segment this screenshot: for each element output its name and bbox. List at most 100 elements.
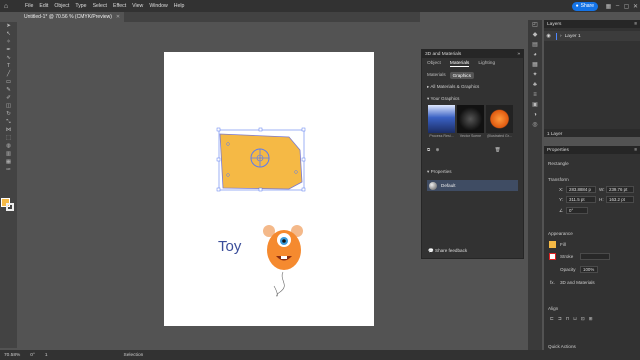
- properties-title: Properties: [547, 147, 569, 153]
- panel-icon-column: ◰ ◆ ▤ ◕ ▦ ✦ ♣ ≡ ▣ ◑ ◎: [528, 20, 542, 350]
- subtab-materials[interactable]: Materials: [427, 72, 446, 79]
- selection-tool-icon[interactable]: ➤: [0, 22, 17, 30]
- stroke-weight-input[interactable]: [580, 253, 610, 260]
- document-tab-title: Untitled-1* @ 70.56 % (CMYK/Preview): [24, 14, 112, 20]
- maximize-icon[interactable]: ▢: [622, 3, 631, 10]
- angle-input[interactable]: 0°: [566, 207, 588, 214]
- graphic-item[interactable]: (Illustrated Gr...: [486, 105, 513, 138]
- mesh-tool-icon[interactable]: ▦: [0, 158, 17, 166]
- share-feedback-link[interactable]: 💬 Share feedback: [428, 248, 467, 254]
- graphic-thumb: [428, 105, 455, 133]
- your-graphics-section[interactable]: ▾ Your Graphics: [422, 93, 523, 105]
- menu-help[interactable]: Help: [174, 3, 185, 9]
- fx-icon[interactable]: fx.: [550, 280, 555, 285]
- stroke-icon[interactable]: ≡: [528, 90, 542, 100]
- material-ball-icon: [429, 181, 437, 190]
- share-button[interactable]: ● Share: [571, 1, 598, 11]
- menu-window[interactable]: Window: [149, 3, 167, 9]
- color-icon[interactable]: ◕: [528, 50, 542, 60]
- close-icon[interactable]: ✕: [631, 3, 640, 10]
- opacity-input[interactable]: 100%: [580, 266, 598, 273]
- layer-row[interactable]: ◉ › Layer 1: [544, 31, 640, 41]
- h-input[interactable]: 163.2 pt: [606, 196, 634, 203]
- tab-lighting[interactable]: Lighting: [478, 61, 495, 67]
- appearance-icon[interactable]: ◎: [528, 120, 542, 130]
- menu-edit[interactable]: Edit: [39, 3, 48, 9]
- artboard[interactable]: [164, 52, 374, 326]
- visibility-icon[interactable]: ◉: [544, 33, 553, 39]
- shaper-tool-icon[interactable]: ✐: [0, 94, 17, 102]
- properties-icon[interactable]: ◰: [528, 20, 542, 30]
- artboard-number[interactable]: 1: [45, 353, 48, 358]
- menu-object[interactable]: Object: [54, 3, 69, 9]
- current-tool: Selection: [123, 352, 144, 358]
- y-input[interactable]: 311.5 pt: [566, 196, 596, 203]
- default-material-row[interactable]: Default: [427, 180, 518, 191]
- layers-icon[interactable]: ◆: [528, 30, 542, 40]
- curvature-tool-icon[interactable]: ∿: [0, 54, 17, 62]
- menu-effect[interactable]: Effect: [113, 3, 126, 9]
- properties-section-label: Properties: [430, 169, 452, 174]
- graphic-item[interactable]: Process Resi...: [428, 105, 455, 138]
- menu-select[interactable]: Select: [93, 3, 107, 9]
- rectangle-tool-icon[interactable]: ▭: [0, 78, 17, 86]
- libraries-icon[interactable]: ▤: [528, 40, 542, 50]
- tab-materials[interactable]: Materials: [449, 61, 470, 67]
- expand-layer-icon[interactable]: ›: [560, 34, 562, 39]
- document-tab[interactable]: Untitled-1* @ 70.56 % (CMYK/Preview) ✕: [20, 12, 125, 22]
- paintbrush-icon[interactable]: ✎: [0, 86, 17, 94]
- arrange-icon[interactable]: ▦: [604, 3, 613, 10]
- gradient-icon[interactable]: ▣: [528, 100, 542, 110]
- menu-type[interactable]: Type: [75, 3, 86, 9]
- rotation-level[interactable]: 0°: [30, 353, 35, 358]
- x-input[interactable]: 283.8884 p: [566, 186, 596, 193]
- graphic-item[interactable]: Vector Scene: [457, 105, 484, 138]
- symbols-icon[interactable]: ♣: [528, 80, 542, 90]
- toy-text[interactable]: Toy: [218, 238, 241, 255]
- properties-section[interactable]: ▾ Properties: [422, 166, 523, 178]
- align-icons[interactable]: ⊏⊐⊓⊔⊡⊞: [550, 316, 597, 322]
- free-transform-icon[interactable]: ⬚: [0, 134, 17, 142]
- type-tool-icon[interactable]: T: [0, 62, 17, 70]
- panel-menu-icon[interactable]: ≡: [634, 22, 637, 27]
- place-graphic-icon[interactable]: ⧉: [427, 147, 430, 152]
- brushes-icon[interactable]: ✦: [528, 70, 542, 80]
- delete-graphic-icon[interactable]: 🗑: [495, 147, 501, 152]
- shape-builder-icon[interactable]: ◍: [0, 142, 17, 150]
- rotate-tool-icon[interactable]: ↻: [0, 110, 17, 118]
- subtab-graphics[interactable]: Graphics: [449, 72, 475, 79]
- tab-object[interactable]: Object: [427, 61, 441, 67]
- all-materials-section[interactable]: ▸ All Materials & Graphics: [422, 81, 523, 93]
- collapse-icon[interactable]: »: [517, 52, 520, 57]
- all-materials-label: All Materials & Graphics: [430, 84, 480, 89]
- your-graphics-label: Your Graphics: [430, 96, 460, 101]
- width-tool-icon[interactable]: ⋈: [0, 126, 17, 134]
- align-label: Align: [548, 306, 559, 311]
- line-tool-icon[interactable]: ╱: [0, 70, 17, 78]
- menu-file[interactable]: File: [25, 3, 33, 9]
- fx-3d-materials-link[interactable]: 3D and Materials: [560, 280, 595, 285]
- minimize-icon[interactable]: –: [613, 3, 622, 9]
- menu-view[interactable]: View: [132, 3, 143, 9]
- eraser-tool-icon[interactable]: ◫: [0, 102, 17, 110]
- eyedropper-icon[interactable]: ✑: [0, 166, 17, 174]
- swatches-icon[interactable]: ▦: [528, 60, 542, 70]
- share-icon: ●: [575, 3, 579, 9]
- stroke-color-swatch[interactable]: [549, 253, 556, 260]
- zoom-level[interactable]: 70.58%: [4, 353, 20, 358]
- scale-tool-icon[interactable]: ⤡: [0, 118, 17, 126]
- pen-tool-icon[interactable]: ✒: [0, 46, 17, 54]
- panel-menu-icon[interactable]: ≡: [634, 148, 637, 153]
- add-graphic-icon[interactable]: ⊕: [436, 147, 440, 152]
- close-tab-icon[interactable]: ✕: [116, 14, 120, 20]
- graphic-label: Process Resi...: [429, 134, 454, 138]
- direct-selection-tool-icon[interactable]: ↖: [0, 30, 17, 38]
- home-icon[interactable]: ⌂: [0, 0, 12, 12]
- perspective-grid-icon[interactable]: ▥: [0, 150, 17, 158]
- w-input[interactable]: 239.76 pt: [606, 186, 634, 193]
- transparency-icon[interactable]: ◑: [528, 110, 542, 120]
- fill-color-swatch[interactable]: [549, 241, 556, 248]
- magic-wand-icon[interactable]: ✧: [0, 38, 17, 46]
- stroke-swatch[interactable]: [6, 203, 14, 211]
- menu-bar: ⌂ File Edit Object Type Select Effect Vi…: [0, 0, 640, 12]
